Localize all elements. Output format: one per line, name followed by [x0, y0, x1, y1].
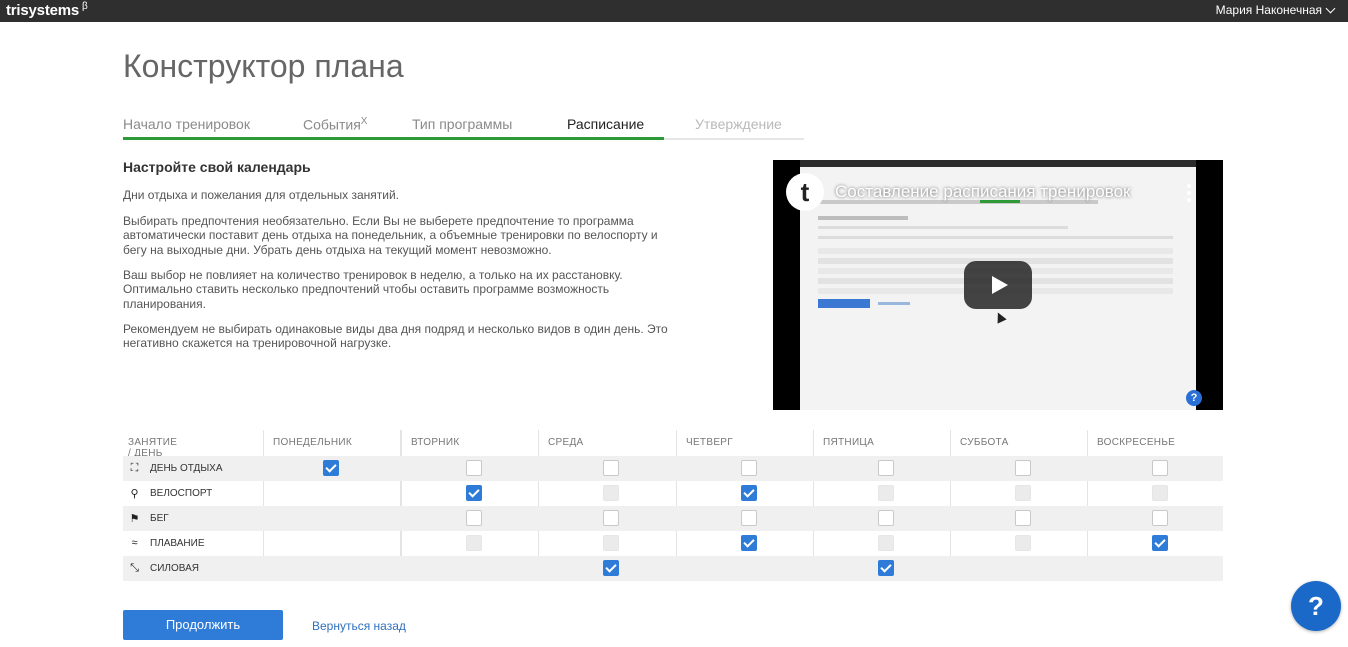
step-label[interactable]: Утверждение: [695, 116, 782, 132]
intro-paragraph: Выбирать предпочтения необязательно. Есл…: [123, 214, 658, 257]
step-events[interactable]: СобытияX: [303, 116, 367, 133]
checkbox-воскресенье: [1152, 485, 1168, 501]
row-label: ⛶ ДЕНЬ ОТДЫХА: [127, 462, 223, 475]
rest-icon: ⛶: [130, 462, 139, 474]
row-label: ≈ ПЛАВАНИЕ: [127, 537, 205, 549]
day-header: ВОСКРЕСЕНЬЕ: [1097, 437, 1176, 448]
brand-beta-mark: β: [82, 1, 88, 12]
page-title: Конструктор плана: [123, 48, 404, 84]
checkbox-среда[interactable]: [603, 460, 619, 476]
table-row: ⚲ ВЕЛОСПОРТ: [123, 481, 1223, 506]
checkbox-четверг[interactable]: [741, 510, 757, 526]
checkbox-вторник[interactable]: [466, 485, 482, 501]
intro-paragraph: Ваш выбор не повлияет на количество трен…: [123, 268, 623, 311]
checkbox-четверг[interactable]: [741, 485, 757, 501]
swimming-icon: ≈: [131, 537, 138, 549]
brand-logo[interactable]: trisystems β: [6, 1, 88, 19]
checkbox-суббота[interactable]: [1015, 510, 1031, 526]
checkbox-вторник[interactable]: [466, 510, 482, 526]
checkbox-суббота: [1015, 535, 1031, 551]
channel-logo-icon[interactable]: t: [786, 173, 824, 211]
table-row: ⤡ СИЛОВАЯ: [123, 556, 1223, 581]
step-schedule[interactable]: Расписание: [567, 116, 644, 132]
tutorial-video[interactable]: t Составление расписания тренировок ?: [773, 160, 1223, 410]
intro-paragraph: Дни отдыха и пожелания для отдельных зан…: [123, 188, 400, 202]
checkbox-вторник[interactable]: [466, 460, 482, 476]
checkbox-среда: [603, 535, 619, 551]
continue-button[interactable]: Продолжить: [123, 610, 283, 640]
wizard-steps: Начало тренировок СобытияX Тип программы…: [123, 114, 804, 140]
back-link[interactable]: Вернуться назад: [312, 619, 406, 633]
video-help-icon[interactable]: ?: [1186, 390, 1202, 406]
row-label: ⚑ БЕГ: [127, 512, 169, 525]
user-menu[interactable]: Мария Наконечная: [1216, 3, 1336, 17]
row-label: ⤡ СИЛОВАЯ: [127, 562, 199, 575]
intro-paragraph: Рекомендуем не выбирать одинаковые виды …: [123, 322, 668, 351]
checkbox-воскресенье[interactable]: [1152, 460, 1168, 476]
step-program-type[interactable]: Тип программы: [412, 116, 512, 132]
step-start[interactable]: Начало тренировок: [123, 116, 250, 132]
top-bar: trisystems β Мария Наконечная: [0, 0, 1348, 22]
user-name[interactable]: Мария Наконечная: [1216, 3, 1322, 17]
checkbox-пятница[interactable]: [878, 460, 894, 476]
chevron-down-icon[interactable]: [1325, 3, 1336, 13]
step-label[interactable]: События: [303, 117, 361, 133]
checkbox-вторник: [466, 535, 482, 551]
section-title: Настройте свой календарь: [123, 159, 311, 175]
activity-name: ВЕЛОСПОРТ: [150, 488, 213, 499]
running-icon: ⚑: [129, 513, 140, 525]
checkbox-среда[interactable]: [603, 510, 619, 526]
checkbox-воскресенье[interactable]: [1152, 510, 1168, 526]
checkbox-пятница: [878, 535, 894, 551]
day-header: ПОНЕДЕЛЬНИК: [273, 437, 352, 448]
steps-progress-bar: [123, 137, 664, 140]
activity-name: ПЛАВАНИЕ: [150, 537, 205, 549]
activity-name: БЕГ: [150, 513, 169, 524]
strength-icon: ⤡: [130, 562, 139, 574]
video-title[interactable]: Составление расписания тренировок: [835, 182, 1130, 202]
checkbox-пятница: [878, 485, 894, 501]
checkbox-суббота: [1015, 485, 1031, 501]
checkbox-пятница[interactable]: [878, 560, 894, 576]
checkbox-пятница[interactable]: [878, 510, 894, 526]
day-header: СРЕДА: [548, 437, 584, 448]
table-row: ≈ ПЛАВАНИЕ: [123, 531, 1223, 556]
checkbox-среда: [603, 485, 619, 501]
activity-name: СИЛОВАЯ: [150, 563, 199, 574]
step-label[interactable]: Расписание: [567, 116, 644, 132]
day-header: ЧЕТВЕРГ: [686, 437, 733, 448]
table-row: ⚑ БЕГ: [123, 506, 1223, 531]
checkbox-четверг[interactable]: [741, 535, 757, 551]
play-icon[interactable]: [964, 261, 1032, 309]
day-header: ПЯТНИЦА: [823, 437, 875, 448]
checkbox-понедельник[interactable]: [323, 460, 339, 476]
checkbox-воскресенье[interactable]: [1152, 535, 1168, 551]
checkbox-среда[interactable]: [603, 560, 619, 576]
step-label[interactable]: Тип программы: [412, 116, 512, 132]
more-vertical-icon[interactable]: [1187, 184, 1191, 205]
step-events-mark: X: [360, 116, 368, 127]
row-label: ⚲ ВЕЛОСПОРТ: [127, 487, 212, 500]
day-header: СУББОТА: [960, 437, 1009, 448]
table-row: ⛶ ДЕНЬ ОТДЫХА: [123, 456, 1223, 481]
activity-name: ДЕНЬ ОТДЫХА: [150, 463, 223, 474]
step-approval[interactable]: Утверждение: [695, 116, 782, 132]
help-button[interactable]: ?: [1291, 581, 1341, 631]
brand-name[interactable]: trisystems: [6, 2, 79, 19]
bicycle-icon: ⚲: [130, 488, 139, 500]
checkbox-четверг[interactable]: [741, 460, 757, 476]
checkbox-суббота[interactable]: [1015, 460, 1031, 476]
day-header: ВТОРНИК: [411, 437, 460, 448]
step-label[interactable]: Начало тренировок: [123, 116, 250, 132]
